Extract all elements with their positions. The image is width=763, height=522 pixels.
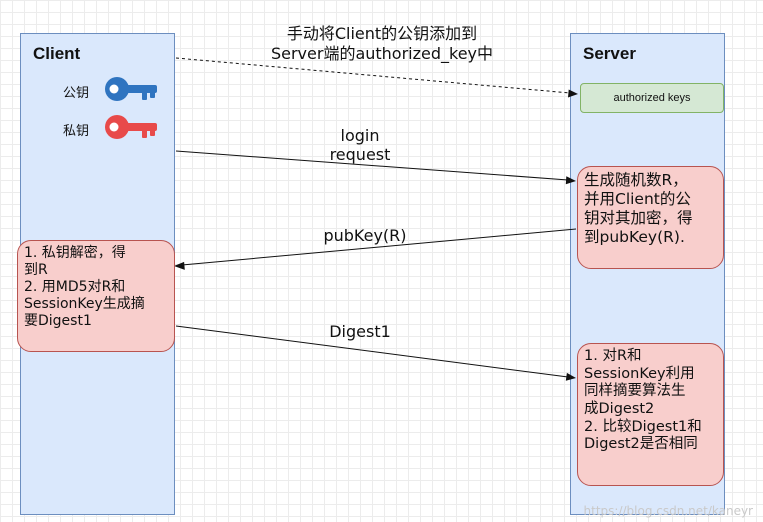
login-request-arrowhead xyxy=(565,176,576,185)
copy-key-arrowhead xyxy=(568,89,578,98)
pubkey-label: pubKey(R) xyxy=(323,226,407,245)
client-decrypt-step: 1. 私钥解密，得 到R 2. 用MD5对R和 SessionKey生成摘 要D… xyxy=(17,240,175,352)
server-verify-step: 1. 对R和 SessionKey利用 同样摘要算法生 成Digest2 2. … xyxy=(577,343,724,486)
copy-key-note: 手动将Client的公钥添加到 Server端的authorized_key中 xyxy=(270,24,494,63)
watermark: https://blog.csdn.net/kaneyr xyxy=(583,504,753,518)
server-generate-step: 生成随机数R， 并用Client的公 钥对其加密，得 到pubKey(R). xyxy=(577,166,724,269)
digest1-arrowhead xyxy=(565,372,576,381)
copy-key-arrow xyxy=(175,57,571,94)
digest1-label: Digest1 xyxy=(329,322,391,341)
pubkey-arrowhead xyxy=(174,261,185,270)
login-request-label: login request xyxy=(329,126,391,165)
